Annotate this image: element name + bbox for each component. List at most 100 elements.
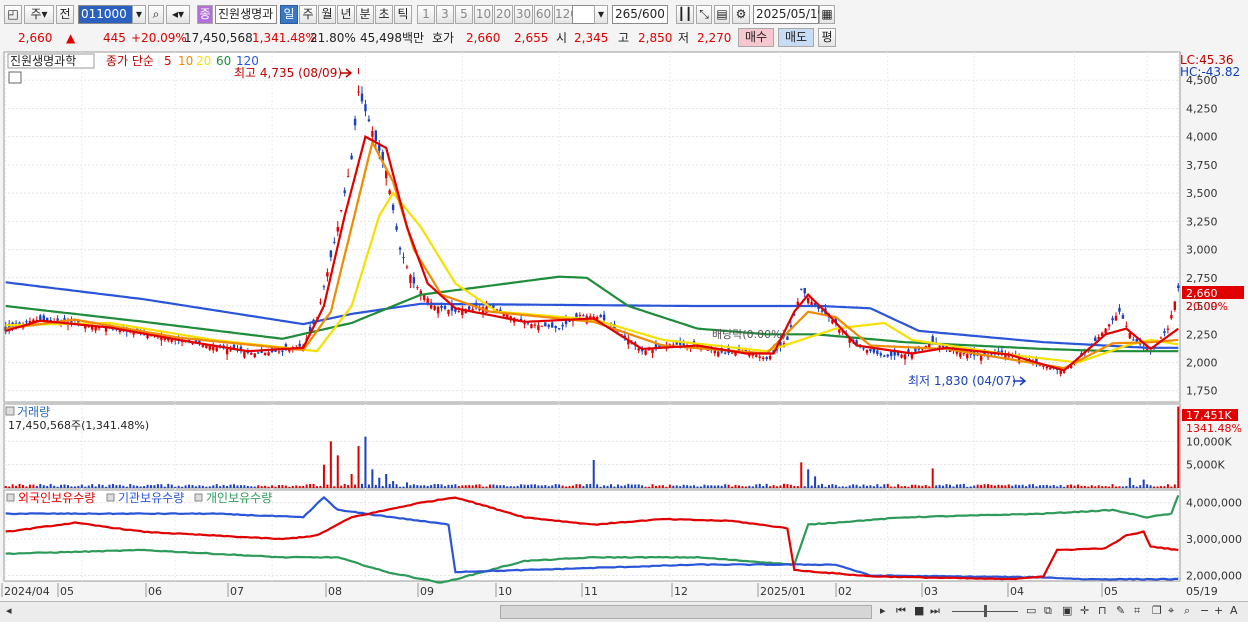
candle-body [806,297,810,303]
stock-chart[interactable]: 4,5004,2504,0003,7503,5003,2503,0002,750… [0,50,1248,601]
volume-bar [468,485,471,488]
candle-body [1118,307,1121,312]
pin-icon[interactable]: ⌖ [1168,604,1174,618]
volume-bar [1004,485,1007,488]
zoom-slider-handle[interactable] [984,605,987,617]
candle-body [602,314,606,321]
volume-bar [796,486,799,488]
zoom-in-icon[interactable]: + [1214,604,1223,617]
code-dropdown-icon[interactable]: ▾ [132,5,146,24]
period-button-5[interactable]: 초 [375,5,393,24]
magnet-icon[interactable]: ⊓ [1098,604,1107,617]
save-icon[interactable]: ▤ [714,5,730,24]
volume-bar [945,484,948,488]
zoom-icon[interactable]: ⤡ [696,5,712,24]
interval-dropdown-icon[interactable]: ▾ [594,5,608,24]
draw-icon[interactable]: ✎ [1116,604,1125,617]
zoom-out-icon[interactable]: − [1200,604,1209,617]
volume-bar [827,484,830,488]
volume-bar [392,481,395,488]
audio-icon[interactable]: ◂▾ [166,5,190,24]
scroll-thumb[interactable] [500,605,872,619]
volume-bar [990,484,993,488]
candle-body [966,354,969,359]
market-select[interactable]: 주▾ [24,5,54,24]
minute-button-60[interactable]: 60 [534,5,553,24]
minute-button-3[interactable]: 3 [436,5,454,24]
code-input[interactable]: 011000 [78,5,138,24]
change-amount: 445 [103,31,126,45]
candle-body [395,226,398,230]
candle-body [412,277,416,284]
period-button-2[interactable]: 월 [318,5,336,24]
x-axis-label-10: 02 [838,585,852,598]
chart-scrollbar[interactable]: ◂ ▸ ⏮ ■ ⏭ ▭ ⧉ ▣ ✛ ⊓ ✎ ⌗ ❐ ⌖ ⌕ − + A [0,601,1248,622]
settings-gear-icon[interactable]: ⚙ [732,5,750,24]
split-icon[interactable]: ⧉ [1044,604,1052,618]
volume-bar [717,485,720,488]
trade-amount: 45,498백만 [360,31,425,45]
date-field[interactable]: 2025/05/19 [753,5,825,24]
minute-button-30[interactable]: 30 [514,5,533,24]
volume-bar [952,486,955,488]
rewind-icon[interactable]: ⏮ [896,604,906,618]
eval-button[interactable]: 평 [818,28,836,47]
minute-button-1[interactable]: 1 [417,5,435,24]
volume-bar [246,485,249,488]
volume-bar [412,484,415,488]
prefix-button[interactable]: 전 [56,5,74,24]
period-button-6[interactable]: 틱 [394,5,412,24]
volume-bar [118,484,121,488]
minute-button-10[interactable]: 10 [474,5,493,24]
volume-bar [872,486,875,488]
volume-bar [139,486,142,488]
candle-body [250,352,253,355]
period-button-1[interactable]: 주 [299,5,317,24]
volume-bar [634,484,637,488]
calendar-icon[interactable]: ▦ [819,5,835,24]
volume-percent: 1,341.48% [252,31,317,45]
volume-bar [679,486,682,488]
volume-bar [772,485,775,488]
menu-icon[interactable]: ◰ [4,5,22,24]
layout-icon[interactable]: ▭ [1026,604,1036,617]
crosshair-icon[interactable]: ✛ [1080,604,1089,617]
candle-body [267,352,270,356]
volume-bar [1076,484,1079,488]
minute-button-20[interactable]: 20 [494,5,513,24]
candle-body [1177,285,1180,288]
buy-button[interactable]: 매수 [738,28,774,47]
stock-name-field[interactable]: 진원생명과 [215,5,277,24]
period-button-3[interactable]: 년 [337,5,355,24]
volume-bar [997,484,1000,488]
volume-bar [758,483,761,488]
window-icon[interactable]: ▣ [1062,604,1072,617]
volume-bar [1087,486,1090,488]
candle-body [765,356,768,360]
period-button-0[interactable]: 일 [280,5,298,24]
sell-button[interactable]: 매도 [778,28,814,47]
candle-type-icon[interactable]: ┃┃ [676,5,694,24]
volume-bar [1166,484,1169,488]
scroll-right-icon[interactable]: ▸ [880,604,886,617]
volume-bar [606,485,609,488]
candle-body [682,343,685,345]
volume-bar [42,485,45,488]
volume-bar [1000,485,1003,488]
count-field[interactable]: 265/600 [612,5,668,24]
forward-icon[interactable]: ⏭ [930,604,940,618]
search-zoom-icon[interactable]: ⌕ [1184,604,1190,618]
text-tool-icon[interactable]: ⌗ [1134,604,1140,618]
candle-body [886,354,889,357]
volume-bar [219,486,222,488]
copy-icon[interactable]: ❐ [1152,604,1162,617]
volume-bar [239,485,242,488]
stop-icon[interactable]: ■ [914,604,924,617]
font-size-icon[interactable]: A [1230,604,1238,617]
volume-bar [848,485,851,488]
scroll-left-icon[interactable]: ◂ [6,604,12,617]
search-icon[interactable]: ⌕ [148,5,164,24]
volume-bar [644,486,647,488]
minute-button-5[interactable]: 5 [455,5,473,24]
period-button-4[interactable]: 분 [356,5,374,24]
